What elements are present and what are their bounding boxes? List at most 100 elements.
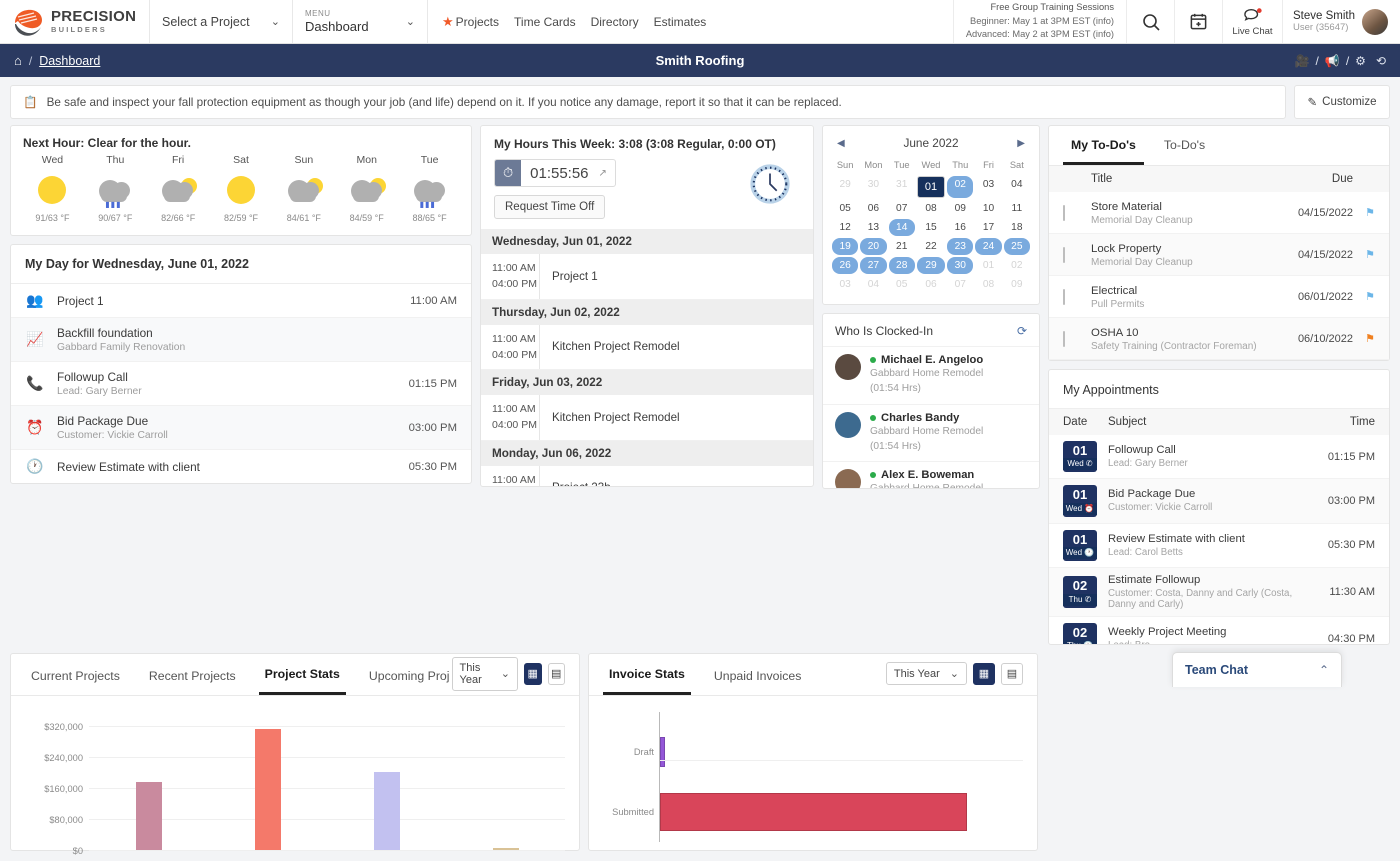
tab-todos[interactable]: To-Do's xyxy=(1156,126,1213,165)
calendar-day[interactable]: 22 xyxy=(917,238,945,255)
calendar-day[interactable]: 03 xyxy=(975,176,1001,198)
tab-project-stats[interactable]: Project Stats xyxy=(259,654,346,695)
clocked-in-person[interactable]: Michael E. AngelooGabbard Home Remodel(0… xyxy=(823,346,1039,404)
user-menu[interactable]: Steve Smith User (35647) xyxy=(1282,0,1400,43)
appointment-row[interactable]: 02Thu 🕐Weekly Project MeetingLead: Bro04… xyxy=(1049,617,1389,645)
tab-current-projects[interactable]: Current Projects xyxy=(25,656,126,694)
bar[interactable] xyxy=(255,729,281,850)
todo-checkbox[interactable] xyxy=(1063,289,1065,305)
flag-icon[interactable]: ⚑ xyxy=(1353,248,1375,261)
video-icon[interactable]: 🎥 xyxy=(1295,54,1310,68)
schedule-item[interactable]: 11:00 AM04:00 PM Kitchen Project Remodel xyxy=(481,325,813,371)
nav-link-directory[interactable]: Directory xyxy=(591,15,639,29)
refresh-icon[interactable]: ⟳ xyxy=(1017,324,1027,338)
todo-row[interactable]: ElectricalPull Permits06/01/2022⚑ xyxy=(1049,276,1389,318)
history-icon[interactable]: ⟲ xyxy=(1376,54,1386,68)
bar[interactable] xyxy=(660,793,967,831)
calendar-day[interactable]: 29 xyxy=(917,257,945,274)
todo-checkbox[interactable] xyxy=(1063,331,1065,347)
customize-button[interactable]: ✎ Customize xyxy=(1294,85,1390,119)
todo-row[interactable]: OSHA 10Safety Training (Contractor Forem… xyxy=(1049,318,1389,360)
table-icon[interactable]: ▤ xyxy=(548,663,566,685)
calendar-add-icon[interactable] xyxy=(1174,0,1222,43)
clocked-in-person[interactable]: Charles BandyGabbard Home Remodel(01:54 … xyxy=(823,404,1039,462)
calendar-day[interactable]: 12 xyxy=(832,219,858,236)
calendar-day[interactable]: 31 xyxy=(889,176,915,198)
breadcrumb-dashboard-link[interactable]: Dashboard xyxy=(39,54,100,68)
my-day-row[interactable]: 📈 Backfill foundation Gabbard Family Ren… xyxy=(11,318,471,362)
calendar-day[interactable]: 02 xyxy=(1004,257,1030,274)
time-clock-widget[interactable]: ⏱ 01:55:56 ↗ xyxy=(494,159,616,187)
todo-checkbox[interactable] xyxy=(1063,247,1065,263)
calendar-day[interactable]: 05 xyxy=(832,200,858,217)
calendar-day[interactable]: 09 xyxy=(947,200,973,217)
todo-checkbox[interactable] xyxy=(1063,205,1065,221)
calendar-day[interactable]: 18 xyxy=(1004,219,1030,236)
calendar-day[interactable]: 23 xyxy=(947,238,973,255)
nav-link-time-cards[interactable]: Time Cards xyxy=(514,15,576,29)
project-select-dropdown[interactable]: Select a Project ⌄ xyxy=(150,0,293,43)
invoice-range-select[interactable]: This Year ⌄ xyxy=(886,662,967,685)
tab-invoice-stats[interactable]: Invoice Stats xyxy=(603,654,691,695)
calendar-day[interactable]: 03 xyxy=(832,276,858,293)
calendar-day[interactable]: 25 xyxy=(1004,238,1030,255)
project-range-select[interactable]: This Year ⌄ xyxy=(452,657,518,691)
appointment-row[interactable]: 01Wed 🕐Review Estimate with clientLead: … xyxy=(1049,524,1389,568)
calendar-day[interactable]: 21 xyxy=(889,238,915,255)
bar-chart-icon[interactable]: ▦ xyxy=(524,663,542,685)
calendar-day[interactable]: 20 xyxy=(860,238,886,255)
calendar-day[interactable]: 08 xyxy=(975,276,1001,293)
calendar-day[interactable]: 11 xyxy=(1004,200,1030,217)
calendar-day[interactable]: 24 xyxy=(975,238,1001,255)
my-day-row[interactable]: 👥 Project 1 11:00 AM xyxy=(11,284,471,318)
calendar-day[interactable]: 06 xyxy=(917,276,945,293)
caret-left-icon[interactable]: ◀ xyxy=(837,138,845,149)
calendar-day[interactable]: 04 xyxy=(1004,176,1030,198)
request-time-off-button[interactable]: Request Time Off xyxy=(494,195,605,219)
calendar-day[interactable]: 28 xyxy=(889,257,915,274)
calendar-day[interactable]: 06 xyxy=(860,200,886,217)
my-day-row[interactable]: 🕐 Review Estimate with client 05:30 PM xyxy=(11,450,471,483)
calendar-day[interactable]: 01 xyxy=(975,257,1001,274)
calendar-day[interactable]: 07 xyxy=(889,200,915,217)
bar-chart-icon[interactable]: ▦ xyxy=(973,663,995,685)
bar[interactable] xyxy=(493,848,519,850)
appointment-row[interactable]: 02Thu ✆Estimate FollowupCustomer: Costa,… xyxy=(1049,568,1389,617)
megaphone-icon[interactable]: 📢 xyxy=(1325,54,1340,68)
calendar-day[interactable]: 02 xyxy=(947,176,973,198)
calendar-day[interactable]: 05 xyxy=(889,276,915,293)
team-chat-panel[interactable]: Team Chat ⌃ xyxy=(1172,652,1342,687)
calendar-day[interactable]: 09 xyxy=(1004,276,1030,293)
calendar-day[interactable]: 17 xyxy=(975,219,1001,236)
tab-unpaid-invoices[interactable]: Unpaid Invoices xyxy=(708,656,808,694)
flag-icon[interactable]: ⚑ xyxy=(1353,290,1375,303)
home-icon[interactable]: ⌂ xyxy=(14,53,22,68)
tab-upcoming-projects[interactable]: Upcoming Projec xyxy=(363,656,450,694)
flag-icon[interactable]: ⚑ xyxy=(1353,206,1375,219)
calendar-day[interactable]: 13 xyxy=(860,219,886,236)
stopwatch-icon[interactable]: ⏱ xyxy=(495,160,521,186)
nav-link-projects[interactable]: ★Projects xyxy=(442,14,499,30)
calendar-day[interactable]: 04 xyxy=(860,276,886,293)
search-icon[interactable] xyxy=(1126,0,1174,43)
calendar-day[interactable]: 27 xyxy=(860,257,886,274)
calendar-day[interactable]: 30 xyxy=(860,176,886,198)
calendar-day[interactable]: 14 xyxy=(889,219,915,236)
flag-icon[interactable]: ⚑ xyxy=(1353,332,1375,345)
todo-row[interactable]: Store MaterialMemorial Day Cleanup04/15/… xyxy=(1049,192,1389,234)
live-chat-button[interactable]: Live Chat xyxy=(1222,0,1282,43)
calendar-day[interactable]: 08 xyxy=(917,200,945,217)
bar[interactable] xyxy=(660,737,665,767)
calendar-day[interactable]: 30 xyxy=(947,257,973,274)
training-promo[interactable]: Free Group Training Sessions Beginner: M… xyxy=(953,0,1126,43)
calendar-day[interactable]: 29 xyxy=(832,176,858,198)
menu-select-dropdown[interactable]: MENU Dashboard ⌄ xyxy=(293,0,428,43)
calendar-day[interactable]: 19 xyxy=(832,238,858,255)
calendar-day[interactable]: 01 xyxy=(917,176,945,198)
calendar-day[interactable]: 10 xyxy=(975,200,1001,217)
schedule-item[interactable]: 11:00 AM04:00 PM Project 1 xyxy=(481,254,813,300)
schedule-item[interactable]: 11:00 AM04:00 PM Project 23b xyxy=(481,466,813,487)
tab-my-todos[interactable]: My To-Do's xyxy=(1063,126,1144,165)
nav-link-estimates[interactable]: Estimates xyxy=(654,15,707,29)
calendar-day[interactable]: 07 xyxy=(947,276,973,293)
